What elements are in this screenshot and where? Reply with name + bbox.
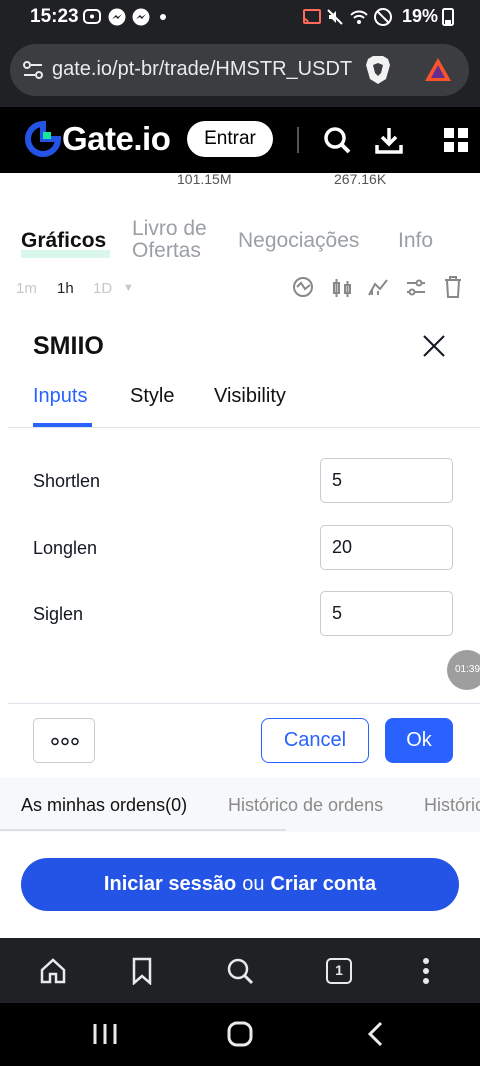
- download-icon[interactable]: [374, 125, 404, 155]
- messenger-icon: [108, 8, 126, 26]
- cast-icon: [303, 9, 321, 24]
- field-label-longlen: Longlen: [33, 538, 98, 558]
- tab-order-history[interactable]: Histórico de ordens: [228, 795, 383, 816]
- wifi-icon: [350, 10, 368, 24]
- search-icon[interactable]: [226, 957, 254, 985]
- candlestick-icon[interactable]: [330, 276, 354, 300]
- browser-url-area: gate.io/pt-br/trade/HMSTR_USDT: [0, 34, 480, 107]
- settings-sliders-icon[interactable]: [404, 276, 428, 300]
- tab-style[interactable]: Style: [130, 385, 174, 408]
- login-link[interactable]: Iniciar sessão: [104, 873, 236, 895]
- tab-history[interactable]: Histórico: [424, 795, 480, 816]
- tab-order-book[interactable]: Livro de Ofertas: [132, 218, 232, 262]
- login-button[interactable]: Entrar: [187, 121, 273, 157]
- field-label-shortlen: Shortlen: [33, 471, 101, 491]
- dialog-title: SMIIO: [33, 332, 104, 360]
- status-bar: 15:23 19%: [0, 0, 480, 34]
- tab-my-orders[interactable]: As minhas ordens(0): [21, 795, 187, 816]
- bookmark-icon[interactable]: [130, 957, 154, 985]
- active-tab-indicator: [33, 423, 92, 427]
- or-text: ou: [242, 873, 265, 895]
- indicator-icon[interactable]: [291, 275, 315, 299]
- apps-grid-icon[interactable]: [442, 126, 470, 154]
- timeframe-1d[interactable]: 1D: [93, 280, 112, 297]
- site-settings-icon[interactable]: [22, 59, 44, 81]
- tab-switcher-button[interactable]: 1: [326, 958, 352, 984]
- dot-icon: [160, 14, 166, 20]
- header-divider: [297, 127, 299, 153]
- recent-apps-icon[interactable]: [92, 1022, 118, 1046]
- footer-divider: [8, 703, 480, 704]
- tab-inputs[interactable]: Inputs: [33, 385, 87, 408]
- brave-shields-icon[interactable]: [364, 55, 392, 85]
- tab-charts-highlight: [21, 250, 110, 258]
- tab-trades[interactable]: Negociações: [238, 229, 359, 253]
- gate-logo-icon: [25, 121, 61, 157]
- do-not-disturb-icon: [374, 8, 392, 26]
- chart-type-icon[interactable]: [366, 275, 390, 299]
- market-stat: 101.15M: [177, 171, 232, 187]
- tab-visibility[interactable]: Visibility: [214, 385, 286, 408]
- tabs-divider: [8, 427, 480, 428]
- site-header: Gate.io Entrar: [0, 107, 480, 173]
- chevron-down-icon[interactable]: ▼: [123, 282, 134, 294]
- siglen-input[interactable]: 5: [320, 591, 453, 636]
- menu-dots-icon[interactable]: [418, 957, 434, 985]
- messenger-icon: [132, 8, 150, 26]
- battery-percent: 19%: [402, 6, 439, 26]
- brave-rewards-icon[interactable]: [423, 56, 453, 84]
- cancel-button[interactable]: Cancel: [261, 718, 369, 763]
- url-bar[interactable]: gate.io/pt-br/trade/HMSTR_USDT: [10, 44, 469, 96]
- login-register-button[interactable]: Iniciar sessão ou Criar conta: [21, 858, 459, 911]
- browser-toolbar: [0, 938, 480, 1003]
- more-options-button[interactable]: [33, 718, 95, 763]
- more-dots-icon: [51, 737, 79, 746]
- tab-info[interactable]: Info: [398, 229, 433, 253]
- timeframe-1m[interactable]: 1m: [16, 280, 37, 297]
- status-time: 15:23: [30, 6, 79, 27]
- gate-logo[interactable]: Gate.io: [62, 120, 171, 158]
- battery-icon: [442, 8, 454, 26]
- notification-app-icon: [83, 9, 101, 24]
- timeframe-1h[interactable]: 1h: [57, 280, 74, 297]
- indicator-settings-dialog: SMIIO Inputs Style Visibility Shortlen 5…: [8, 312, 480, 778]
- system-nav-bar: [0, 1003, 480, 1066]
- longlen-input[interactable]: 20: [320, 525, 453, 570]
- close-icon[interactable]: [422, 334, 446, 358]
- trash-icon[interactable]: [442, 275, 464, 299]
- url-text[interactable]: gate.io/pt-br/trade/HMSTR_USDT: [52, 58, 360, 81]
- search-icon[interactable]: [322, 125, 352, 155]
- orders-tab-underline: [0, 829, 286, 831]
- shortlen-input[interactable]: 5: [320, 458, 453, 503]
- register-link[interactable]: Criar conta: [270, 873, 376, 895]
- back-icon[interactable]: [366, 1021, 384, 1047]
- ok-button[interactable]: Ok: [385, 718, 453, 763]
- mute-icon: [327, 9, 343, 25]
- home-button-icon[interactable]: [227, 1021, 253, 1047]
- market-stat: 267.16K: [334, 171, 387, 187]
- home-icon[interactable]: [39, 957, 67, 985]
- field-label-siglen: Siglen: [33, 604, 84, 624]
- time-bubble: 01:39: [447, 650, 480, 690]
